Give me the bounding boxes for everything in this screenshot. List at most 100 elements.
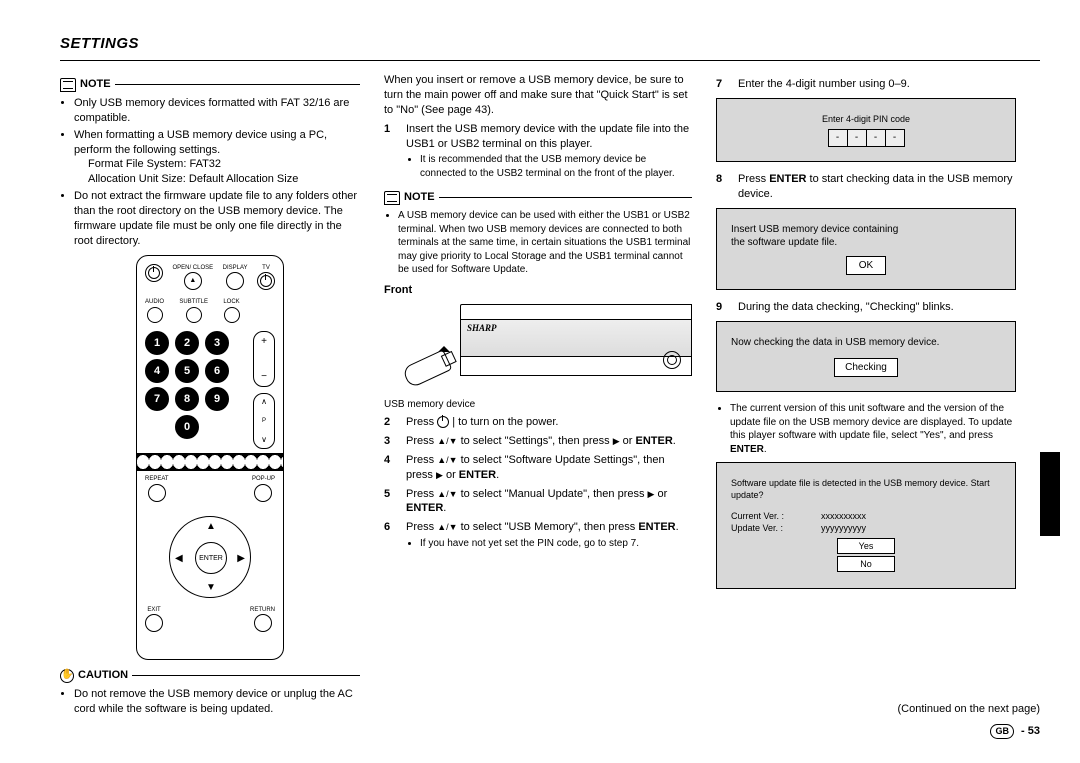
up-arrow-icon: ▲ [206,520,216,534]
step-number: 3 [384,434,398,449]
caution-rule [132,675,360,676]
step-number: 7 [716,77,730,92]
digit-7-button: 7 [145,387,169,411]
disc-icon [663,351,681,369]
digit-1-button: 1 [145,331,169,355]
update-ver-value: yyyyyyyyyy [821,522,866,534]
pin-digit: - [886,130,904,146]
subtitle-label: SUBTITLE [179,298,208,306]
audio-button [147,307,163,323]
display-label: DISPLAY [223,264,248,272]
step-8-text: Press ENTER to start checking data in th… [738,172,1016,202]
popup-label: POP-UP [252,475,275,483]
note-item-text: When formatting a USB memory device usin… [74,129,327,156]
dialog-line: Software update file is detected in the … [731,477,1001,501]
page-num-text: - 53 [1018,725,1040,737]
up-down-icon: ▲/▼ [437,436,457,446]
repeat-button [148,484,166,502]
pin-digit: - [848,130,867,146]
dialog-line: Now checking the data in USB memory devi… [731,336,1001,350]
step-6-text: Press ▲/▼ to select "USB Memory", then p… [406,520,692,556]
remote-control: OPEN/ CLOSE ▲ DISPLAY TV AUDI [136,255,284,661]
note-sub: Format File System: FAT32 [88,157,360,172]
volume-rocker: +− [253,331,275,387]
digit-8-button: 8 [175,387,199,411]
update-ver-label: Update Ver. : [731,522,821,534]
tear-line [137,453,283,471]
current-ver-value: xxxxxxxxxx [821,510,866,522]
usb-stick-icon [402,349,453,388]
content-columns: NOTE Only USB memory devices formatted w… [60,73,1040,723]
current-ver-label: Current Ver. : [731,510,821,522]
checking-badge: Checking [834,358,898,378]
device-brand: SHARP [467,322,497,334]
up-down-icon: ▲/▼ [437,522,457,532]
note-icon [384,191,400,205]
down-arrow-icon: ▼ [206,581,216,595]
note-rule [115,84,360,85]
tv-label: TV [257,264,275,272]
gb-badge: GB [990,724,1014,739]
note-sub: Allocation Unit Size: Default Allocation… [88,172,360,187]
note-heading: NOTE [60,77,360,92]
up-down-icon: ▲/▼ [437,489,457,499]
popup-button [254,484,272,502]
right-icon: ▶ [436,470,443,480]
page-title: SETTINGS [60,34,1040,54]
right-icon: ▶ [613,436,620,446]
page: SETTINGS NOTE Only USB memory devices fo… [0,0,1080,763]
digit-4-button: 4 [145,359,169,383]
digit-3-button: 3 [205,331,229,355]
step-2-text: Press | to turn on the power. [406,415,692,430]
dialog-line: Insert USB memory device containing [731,223,1001,237]
digit-5-button: 5 [175,359,199,383]
steps-7-9: 7 Enter the 4-digit number using 0–9. [716,77,1016,92]
steps-2-6: 2 Press | to turn on the power. 3 Press … [384,415,692,556]
tv-power-button [257,272,275,290]
step-3-text: Press ▲/▼ to select "Settings", then pre… [406,434,692,449]
power-icon [145,264,163,282]
digit-2-button: 2 [175,331,199,355]
note-label: NOTE [80,77,111,92]
after-check-note: The current version of this unit softwar… [716,402,1016,456]
pin-input: - - - - [828,129,905,147]
dialog-line: the software update file. [731,236,1001,250]
pin-digit: - [867,130,886,146]
step-7-text: Enter the 4-digit number using 0–9. [738,77,1016,92]
caution-heading: CAUTION [60,668,360,683]
channel-rocker: ∧P∨ [253,393,275,449]
after-check-text: The current version of this unit softwar… [730,402,1016,456]
steps-1: 1 Insert the USB memory device with the … [384,122,692,187]
step-number: 8 [716,172,730,202]
lock-label: LOCK [223,298,239,306]
note-icon [60,78,76,92]
exit-button [145,614,163,632]
step-1-text: Insert the USB memory device with the up… [406,123,689,150]
right-arrow-icon: ▶ [237,552,245,566]
note-rule [439,197,692,198]
column-3: 7 Enter the 4-digit number using 0–9. En… [716,73,1016,723]
left-arrow-icon: ◀ [175,552,183,566]
remote-illustration: OPEN/ CLOSE ▲ DISPLAY TV AUDI [60,255,360,661]
note-item: When formatting a USB memory device usin… [74,128,360,187]
update-confirm-dialog: Software update file is detected in the … [716,462,1016,589]
display-button [226,272,244,290]
pin-digit: - [829,130,848,146]
yes-button: Yes [837,538,895,554]
audio-label: AUDIO [145,298,164,306]
step-4-text: Press ▲/▼ to select "Software Update Set… [406,453,692,483]
lock-button [224,307,240,323]
digit-0-button: 0 [175,415,199,439]
exit-label: EXIT [145,606,163,614]
up-down-icon: ▲/▼ [437,455,457,465]
step-number: 9 [716,300,730,315]
continued-note: (Continued on the next page) [898,702,1041,717]
repeat-label: REPEAT [145,475,169,483]
pin-dialog: Enter 4-digit PIN code - - - - [716,98,1016,162]
note-item: A USB memory device can be used with eit… [398,209,692,277]
caution-icon [60,669,74,683]
note-label: NOTE [404,190,435,205]
ok-button: OK [846,256,886,276]
open-close-label: OPEN/ CLOSE [172,264,213,272]
note-heading-2: NOTE [384,190,692,205]
